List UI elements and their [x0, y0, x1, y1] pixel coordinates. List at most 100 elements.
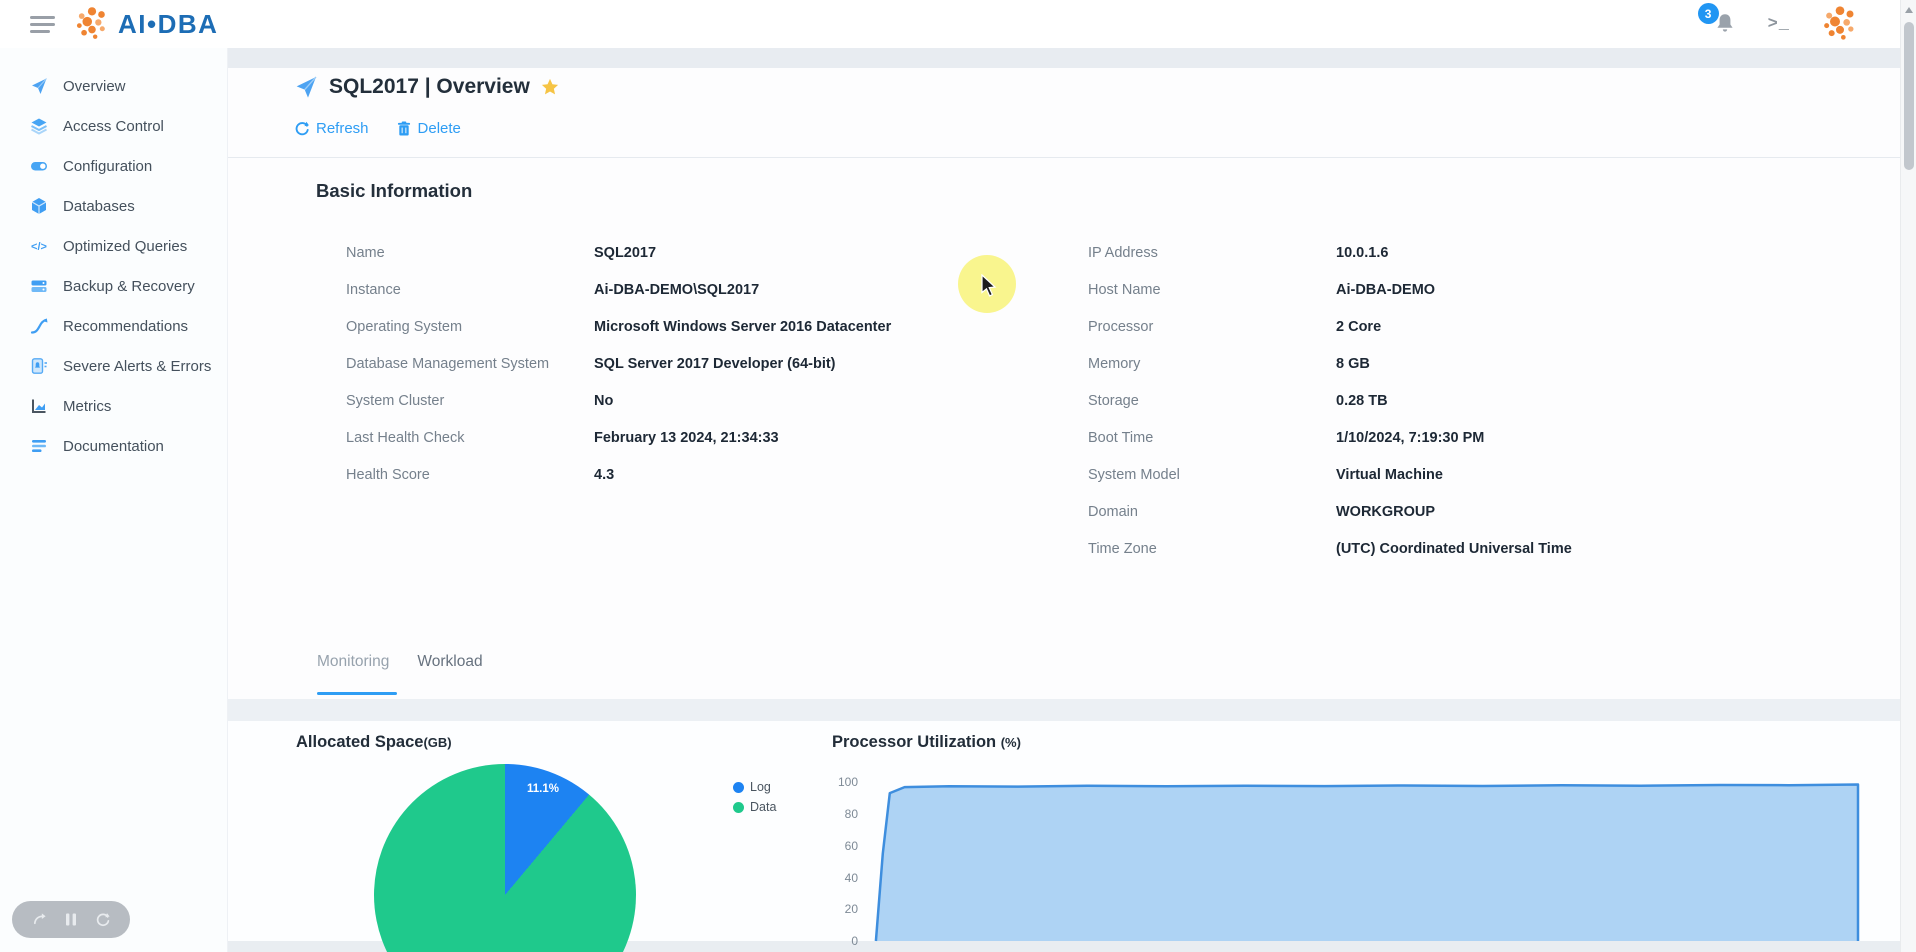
top-header: AI•DBA 3 >_	[0, 0, 1916, 48]
sidebar-item-label: Backup & Recovery	[63, 278, 195, 295]
legend-label: Data	[750, 800, 776, 814]
app-window: AI•DBA 3 >_	[0, 0, 1916, 952]
hamburger-menu-icon[interactable]	[30, 12, 55, 37]
sidebar-item-databases[interactable]: Databases	[0, 186, 227, 226]
sidebar: Overview Access Control Configuration Da…	[0, 48, 228, 952]
info-label: Host Name	[1088, 282, 1336, 298]
info-row-memory: Memory8 GB	[1088, 345, 1728, 382]
info-label: Storage	[1088, 393, 1336, 409]
y-axis-tick: 20	[798, 902, 858, 916]
tab-monitoring[interactable]: Monitoring	[317, 653, 389, 671]
info-row-system-model: System ModelVirtual Machine	[1088, 456, 1728, 493]
pie-slice-percentage-label: 11.1%	[523, 783, 563, 795]
info-row-storage: Storage0.28 TB	[1088, 382, 1728, 419]
notifications-button[interactable]: 3	[1712, 11, 1738, 37]
sidebar-item-label: Recommendations	[63, 318, 188, 335]
notification-count-badge: 3	[1698, 3, 1719, 24]
sidebar-item-backup-recovery[interactable]: Backup & Recovery	[0, 266, 227, 306]
scrollbar-up-arrow-icon[interactable]	[1905, 7, 1913, 13]
sidebar-item-label: Configuration	[63, 158, 152, 175]
svg-text:</>: </>	[31, 241, 47, 253]
pie-chart-legend: Log Data	[733, 777, 776, 817]
sidebar-item-severe-alerts[interactable]: Severe Alerts & Errors	[0, 346, 227, 386]
basic-info-right-column: IP Address10.0.1.6 Host NameAi-DBA-DEMO …	[1088, 234, 1728, 567]
cube-icon	[30, 197, 48, 215]
network-sphere-icon	[73, 5, 111, 43]
refresh-button[interactable]: Refresh	[294, 120, 369, 137]
avatar-network-icon[interactable]	[1820, 4, 1860, 44]
info-label: Operating System	[346, 319, 594, 335]
info-value: SQL Server 2017 Developer (64-bit)	[594, 356, 836, 372]
scrollbar-thumb[interactable]	[1904, 22, 1914, 170]
legend-dot	[733, 802, 744, 813]
metrics-chart-icon	[30, 397, 48, 415]
delete-button[interactable]: Delete	[397, 120, 461, 137]
gif-player-controls	[12, 901, 130, 938]
y-axis-tick: 40	[798, 871, 858, 885]
sidebar-item-label: Access Control	[63, 118, 164, 135]
info-label: Time Zone	[1088, 541, 1336, 557]
sidebar-item-recommendations[interactable]: Recommendations	[0, 306, 227, 346]
trend-icon	[30, 317, 48, 335]
info-row-dbms: Database Management SystemSQL Server 201…	[346, 345, 966, 382]
vertical-scrollbar[interactable]	[1900, 0, 1916, 952]
info-value: Virtual Machine	[1336, 467, 1443, 483]
info-value: 8 GB	[1336, 356, 1370, 372]
code-icon: </>	[30, 237, 48, 255]
top-gray-band	[228, 48, 1900, 68]
info-value: 2 Core	[1336, 319, 1381, 335]
info-label: System Model	[1088, 467, 1336, 483]
info-row-ip-address: IP Address10.0.1.6	[1088, 234, 1728, 271]
info-row-name: NameSQL2017	[346, 234, 966, 271]
info-label: Boot Time	[1088, 430, 1336, 446]
pause-icon[interactable]	[64, 912, 78, 927]
allocated-space-pie-chart[interactable]	[374, 764, 636, 952]
y-axis-tick: 60	[798, 839, 858, 853]
legend-dot	[733, 782, 744, 793]
info-label: System Cluster	[346, 393, 594, 409]
y-axis-tick: 0	[798, 934, 858, 948]
sidebar-item-metrics[interactable]: Metrics	[0, 386, 227, 426]
info-label: Processor	[1088, 319, 1336, 335]
sidebar-item-access-control[interactable]: Access Control	[0, 106, 227, 146]
rocket-icon	[294, 75, 318, 99]
pie-chart-title: Allocated Space(GB)	[296, 733, 452, 752]
info-value: February 13 2024, 21:34:33	[594, 430, 779, 446]
info-value: SQL2017	[594, 245, 656, 261]
info-label: IP Address	[1088, 245, 1336, 261]
sidebar-item-label: Overview	[63, 78, 126, 95]
info-row-health-score: Health Score4.3	[346, 456, 966, 493]
info-value: WORKGROUP	[1336, 504, 1435, 520]
repeat-icon[interactable]	[95, 912, 110, 927]
logo-text: AI•DBA	[118, 9, 218, 40]
info-label: Database Management System	[346, 356, 594, 372]
info-value: 4.3	[594, 467, 614, 483]
favorite-star-icon[interactable]	[541, 78, 559, 96]
info-value: Ai-DBA-DEMO\SQL2017	[594, 282, 759, 298]
server-icon	[30, 277, 48, 295]
sidebar-item-configuration[interactable]: Configuration	[0, 146, 227, 186]
info-row-time-zone: Time Zone(UTC) Coordinated Universal Tim…	[1088, 530, 1728, 567]
info-label: Memory	[1088, 356, 1336, 372]
info-row-system-cluster: System ClusterNo	[346, 382, 966, 419]
rewind-icon[interactable]	[32, 912, 47, 927]
sidebar-item-documentation[interactable]: Documentation	[0, 426, 227, 466]
legend-item-log[interactable]: Log	[733, 777, 776, 797]
sidebar-item-label: Databases	[63, 198, 135, 215]
area-fill-shape	[876, 785, 1858, 942]
area-chart-title: Processor Utilization (%)	[832, 733, 1021, 752]
monitoring-tabs: Monitoring Workload	[317, 653, 483, 671]
terminal-icon[interactable]: >_	[1768, 15, 1790, 34]
y-axis-tick: 100	[798, 775, 858, 789]
sidebar-item-optimized-queries[interactable]: </> Optimized Queries	[0, 226, 227, 266]
info-label: Health Score	[346, 467, 594, 483]
tab-workload[interactable]: Workload	[417, 653, 482, 671]
mouse-cursor-icon	[980, 274, 1002, 298]
sidebar-item-overview[interactable]: Overview	[0, 66, 227, 106]
toolbar-divider	[228, 157, 1900, 158]
processor-utilization-area-chart[interactable]	[870, 782, 1858, 941]
basic-information-title: Basic Information	[316, 180, 472, 202]
app-logo[interactable]: AI•DBA	[73, 5, 218, 43]
refresh-icon	[294, 121, 309, 136]
legend-item-data[interactable]: Data	[733, 797, 776, 817]
